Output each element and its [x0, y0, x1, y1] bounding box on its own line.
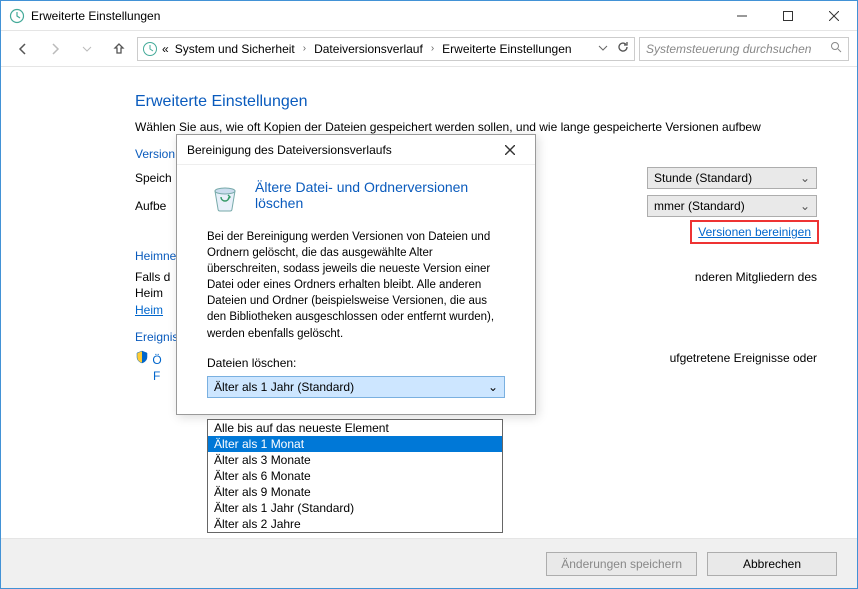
dropdown-option[interactable]: Älter als 1 Jahr (Standard)	[208, 500, 502, 516]
events-link[interactable]: Ö	[152, 352, 161, 368]
chevron-down-icon: ⌄	[800, 199, 810, 213]
save-button[interactable]: Änderungen speichern	[546, 552, 697, 576]
shield-icon	[135, 350, 149, 364]
keep-versions-combo[interactable]: mmer (Standard) ⌄	[647, 195, 817, 217]
dropdown-option[interactable]: Älter als 9 Monate	[208, 484, 502, 500]
search-input[interactable]: Systemsteuerung durchsuchen	[639, 37, 849, 61]
window-buttons	[719, 1, 857, 30]
save-copies-combo[interactable]: Stunde (Standard) ⌄	[647, 167, 817, 189]
recent-dropdown[interactable]	[73, 35, 101, 63]
breadcrumb-item[interactable]: System und Sicherheit	[173, 42, 297, 56]
homegroup-link[interactable]: Heim	[135, 303, 163, 317]
chevron-down-icon: ⌄	[488, 380, 498, 394]
select-value: Älter als 1 Jahr (Standard)	[214, 380, 354, 394]
dialog-body: Ältere Datei- und Ordnerversionen lösche…	[177, 165, 535, 414]
select-label: Dateien löschen:	[207, 356, 505, 370]
explorer-window: Erweiterte Einstellungen « System und Si…	[0, 0, 858, 589]
search-placeholder: Systemsteuerung durchsuchen	[646, 42, 830, 56]
back-button[interactable]	[9, 35, 37, 63]
age-dropdown-list[interactable]: Alle bis auf das neueste ElementÄlter al…	[207, 419, 503, 533]
dialog-description: Bei der Bereinigung werden Versionen von…	[207, 229, 505, 342]
chevron-down-icon: ⌄	[800, 171, 810, 185]
dialog-titlebar: Bereinigung des Dateiversionsverlaufs	[177, 135, 535, 165]
dropdown-option[interactable]: Älter als 3 Monate	[208, 452, 502, 468]
cleanup-dialog: Bereinigung des Dateiversionsverlaufs Äl…	[176, 134, 536, 415]
clock-icon	[9, 8, 25, 24]
dialog-heading: Ältere Datei- und Ordnerversionen lösche…	[255, 179, 505, 211]
minimize-button[interactable]	[719, 1, 765, 30]
forward-button[interactable]	[41, 35, 69, 63]
breadcrumb-prefix[interactable]: «	[160, 42, 171, 56]
dropdown-option[interactable]: Älter als 6 Monate	[208, 468, 502, 484]
maximize-button[interactable]	[765, 1, 811, 30]
window-title: Erweiterte Einstellungen	[31, 9, 719, 23]
dialog-close-button[interactable]	[495, 135, 525, 165]
chevron-right-icon: ›	[299, 43, 310, 54]
up-button[interactable]	[105, 35, 133, 63]
cancel-button[interactable]: Abbrechen	[707, 552, 837, 576]
navbar: « System und Sicherheit › Dateiversionsv…	[1, 31, 857, 67]
clean-versions-link[interactable]: Versionen bereinigen	[692, 222, 817, 242]
footer-bar: Änderungen speichern Abbrechen	[1, 538, 857, 588]
breadcrumb-item[interactable]: Erweiterte Einstellungen	[440, 42, 573, 56]
dropdown-option[interactable]: Älter als 1 Monat	[208, 436, 502, 452]
chevron-down-icon[interactable]	[598, 42, 608, 56]
refresh-icon[interactable]	[616, 40, 630, 57]
clock-icon	[142, 41, 158, 57]
dialog-title: Bereinigung des Dateiversionsverlaufs	[187, 143, 495, 157]
recycle-bin-icon	[207, 179, 243, 215]
chevron-right-icon: ›	[427, 43, 438, 54]
page-description: Wählen Sie aus, wie oft Kopien der Datei…	[135, 119, 817, 135]
age-select[interactable]: Älter als 1 Jahr (Standard) ⌄	[207, 376, 505, 398]
dropdown-option[interactable]: Alle bis auf das neueste Element	[208, 420, 502, 436]
breadcrumb-item[interactable]: Dateiversionsverlauf	[312, 42, 425, 56]
search-icon	[830, 41, 842, 56]
page-title: Erweiterte Einstellungen	[135, 93, 817, 111]
combo-value: mmer (Standard)	[654, 199, 745, 213]
combo-value: Stunde (Standard)	[654, 171, 752, 185]
dropdown-option[interactable]: Älter als 2 Jahre	[208, 516, 502, 532]
titlebar: Erweiterte Einstellungen	[1, 1, 857, 31]
address-bar[interactable]: « System und Sicherheit › Dateiversionsv…	[137, 37, 635, 61]
close-button[interactable]	[811, 1, 857, 30]
